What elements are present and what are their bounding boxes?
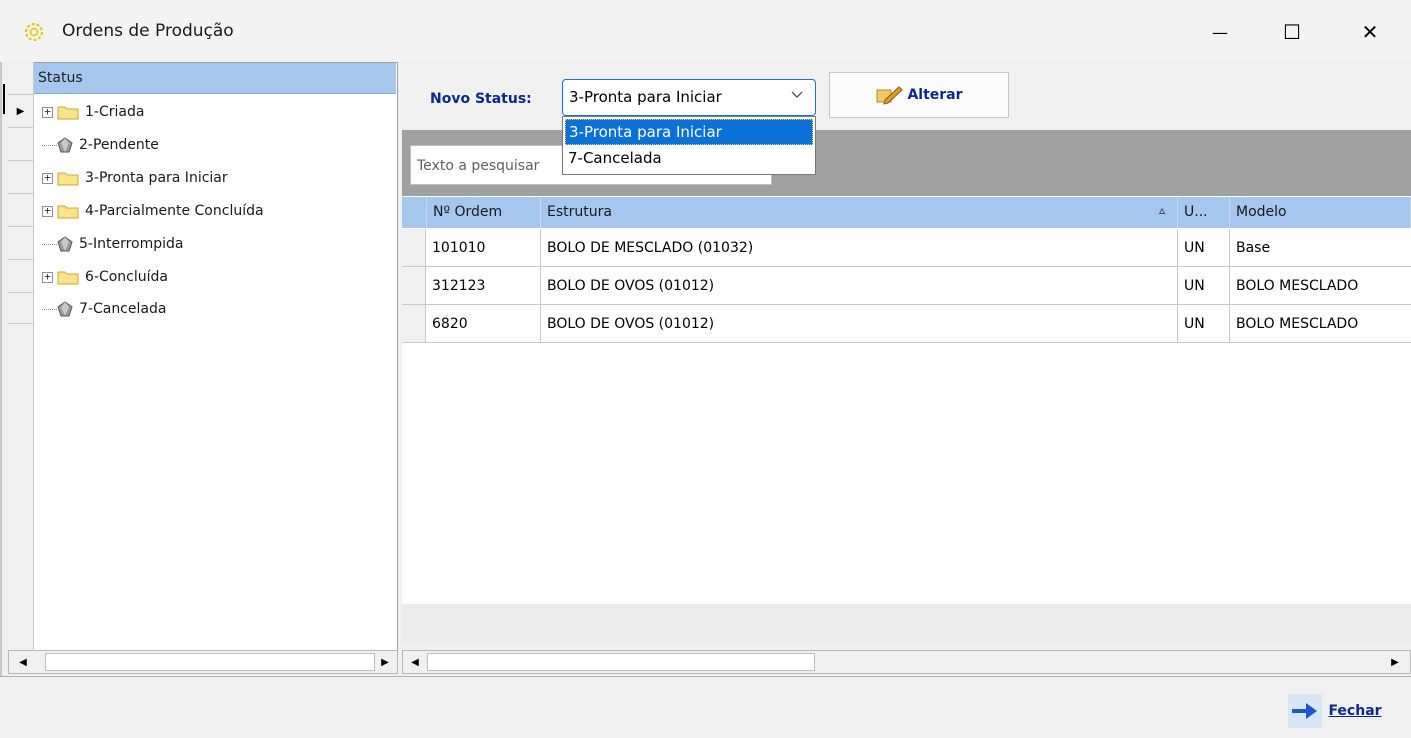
scrollbar-thumb[interactable] [45, 653, 375, 671]
fechar-label: Fechar [1328, 703, 1382, 719]
tree-item[interactable]: +3-Pronta para Iniciar [42, 163, 228, 193]
tree-item-label: 7-Cancelada [79, 301, 167, 317]
grid-horizontal-scrollbar[interactable]: ◀ ▶ [402, 650, 1411, 674]
maximize-icon: ☐ [1283, 20, 1301, 44]
gem-icon [57, 301, 73, 317]
cell-modelo: BOLO MESCLADO [1236, 278, 1359, 294]
column-header-modelo[interactable]: Modelo [1230, 197, 1411, 228]
minimize-button[interactable]: — [1190, 10, 1250, 54]
scroll-left-icon[interactable]: ◀ [13, 651, 33, 673]
window-title: Ordens de Produção [62, 21, 234, 41]
tree-item[interactable]: +6-Concluída [42, 262, 168, 292]
alterar-label: Alterar [907, 87, 963, 103]
scroll-right-icon[interactable]: ▶ [375, 651, 395, 673]
status-select[interactable]: 3-Pronta para Iniciar [562, 79, 816, 116]
cell-modelo: Base [1236, 240, 1271, 256]
fechar-button[interactable]: Fechar [1274, 688, 1396, 734]
novo-status-label: Novo Status: [430, 91, 532, 107]
tree-header: Status [34, 63, 396, 94]
expand-icon[interactable]: + [42, 172, 53, 184]
tree-item-label: 4-Parcialmente Concluída [85, 203, 264, 219]
cell-ordem: 6820 [426, 305, 541, 343]
cell-ordem: 312123 [426, 267, 541, 305]
tree-item[interactable]: 2-Pendente [42, 130, 159, 160]
minimize-icon: — [1212, 22, 1228, 42]
current-row-arrow-icon: ▶ [16, 105, 25, 117]
tree-item[interactable]: +4-Parcialmente Concluída [42, 196, 264, 226]
gem-icon [57, 236, 73, 252]
status-dropdown-list: 3-Pronta para Iniciar 7-Cancelada [562, 116, 816, 175]
column-header-estrutura-label: Estrutura [547, 204, 612, 220]
folder-icon [57, 205, 79, 219]
scroll-left-icon[interactable]: ◀ [405, 651, 425, 673]
dropdown-option[interactable]: 3-Pronta para Iniciar [565, 119, 813, 145]
tree-horizontal-scrollbar[interactable]: ◀ ▶ [8, 650, 398, 674]
chevron-down-icon[interactable] [790, 90, 804, 100]
tree-item[interactable]: +1-Criada [42, 97, 144, 127]
table-row[interactable]: 6820 BOLO DE OVOS (01012) UN BOLO MESCLADO [402, 305, 1411, 343]
cell-unidade: UN [1178, 267, 1230, 305]
tree-item-label: 2-Pendente [79, 137, 159, 153]
expand-icon[interactable]: + [42, 271, 53, 283]
folder-icon [57, 172, 79, 186]
scrollbar-thumb[interactable] [427, 653, 815, 671]
folder-icon [57, 271, 79, 285]
app-icon [25, 23, 43, 41]
edit-pencil-icon [876, 86, 904, 105]
tree-row-indicator-column: ▶ [8, 62, 34, 674]
cell-unidade: UN [1178, 229, 1230, 267]
cell-modelo: BOLO MESCLADO [1236, 316, 1359, 332]
expand-icon[interactable]: + [42, 205, 53, 217]
grid-footer [402, 604, 1411, 642]
status-select-value: 3-Pronta para Iniciar [569, 88, 722, 106]
sort-ascending-icon: ▵ [1158, 203, 1165, 217]
gem-icon [57, 137, 73, 153]
scroll-right-icon[interactable]: ▶ [1385, 651, 1405, 673]
table-row[interactable]: 312123 BOLO DE OVOS (01012) UN BOLO MESCLAD… [402, 267, 1411, 305]
cell-estrutura: BOLO DE MESCLADO (01032) [541, 229, 1178, 267]
tree-item[interactable]: 7-Cancelada [42, 294, 166, 324]
column-header-estrutura[interactable]: Estrutura ▵ [541, 197, 1178, 228]
tree-connector [42, 144, 57, 146]
tree-item-label: 5-Interrompida [79, 236, 184, 252]
table-row[interactable]: 101010 BOLO DE MESCLADO (01032) UN Base [402, 229, 1411, 267]
column-header-unidade[interactable]: U... [1178, 197, 1230, 228]
arrow-right-icon [1288, 694, 1323, 728]
column-header-ordem[interactable]: Nº Ordem [427, 197, 541, 228]
close-icon: ✕ [1361, 20, 1379, 44]
tree-connector [42, 243, 57, 245]
maximize-button[interactable]: ☐ [1262, 10, 1322, 54]
tree-item-label: 3-Pronta para Iniciar [85, 170, 228, 186]
close-window-button[interactable]: ✕ [1340, 10, 1400, 54]
tree-item-label: 1-Criada [85, 104, 145, 120]
window-edge [0, 62, 2, 682]
bottom-bar [0, 676, 1411, 738]
tree-connector [42, 308, 57, 310]
cell-ordem: 101010 [426, 229, 541, 267]
cell-estrutura: BOLO DE OVOS (01012) [541, 267, 1178, 305]
folder-icon [57, 106, 79, 120]
tree-item[interactable]: 5-Interrompida [42, 229, 183, 259]
alterar-button[interactable]: Alterar [829, 72, 1009, 118]
dropdown-option[interactable]: 7-Cancelada [565, 146, 813, 172]
grid-header-corner [402, 197, 427, 228]
cell-unidade: UN [1178, 305, 1230, 343]
tree-item-label: 6-Concluída [85, 269, 168, 285]
window-edge-mark [3, 84, 5, 114]
cell-estrutura: BOLO DE OVOS (01012) [541, 305, 1178, 343]
expand-icon[interactable]: + [42, 106, 53, 118]
